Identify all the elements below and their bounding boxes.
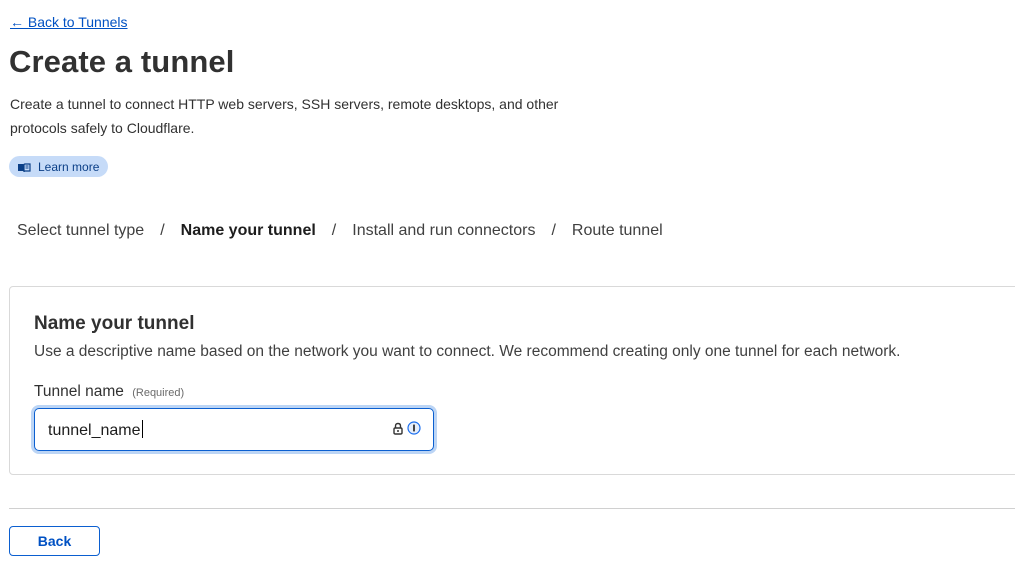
- learn-more-button[interactable]: Learn more: [9, 156, 109, 177]
- card-description: Use a descriptive name based on the netw…: [34, 343, 901, 360]
- step-separator: /: [331, 222, 337, 239]
- step-route-tunnel: Route tunnel: [571, 222, 663, 239]
- step-select-tunnel-type: Select tunnel type: [17, 222, 145, 239]
- tunnel-name-input-box[interactable]: tunnel_name: [34, 408, 434, 451]
- lock-icon[interactable]: [392, 422, 404, 440]
- required-indicator: (Required): [132, 387, 185, 399]
- password-manager-icon[interactable]: [407, 421, 421, 440]
- tunnel-name-value: tunnel_name: [48, 422, 141, 439]
- page-title: Create a tunnel: [9, 44, 235, 79]
- name-tunnel-card: Name your tunnel Use a descriptive name …: [9, 286, 1015, 475]
- book-icon: [17, 162, 31, 172]
- tunnel-name-label: Tunnel name (Required): [34, 383, 184, 401]
- step-separator: /: [160, 222, 165, 239]
- step-separator: /: [551, 222, 556, 239]
- tunnel-name-field[interactable]: tunnel_name: [31, 405, 437, 454]
- step-install-run-connectors: Install and run connectors: [352, 222, 536, 239]
- footer-divider: [9, 508, 1015, 509]
- learn-more-label: Learn more: [38, 159, 100, 174]
- back-button[interactable]: Back: [9, 526, 100, 556]
- password-manager-icons[interactable]: [392, 421, 421, 440]
- card-title: Name your tunnel: [34, 313, 195, 334]
- page-description: Create a tunnel to connect HTTP web serv…: [10, 96, 559, 136]
- tunnel-name-label-text: Tunnel name: [34, 383, 124, 400]
- tunnel-name-input[interactable]: tunnel_name: [48, 420, 368, 440]
- step-name-your-tunnel: Name your tunnel: [180, 222, 316, 239]
- step-breadcrumb: Select tunnel type / Name your tunnel / …: [17, 222, 663, 240]
- text-caret: [141, 420, 143, 438]
- back-to-tunnels-link[interactable]: ← Back to Tunnels: [10, 14, 128, 30]
